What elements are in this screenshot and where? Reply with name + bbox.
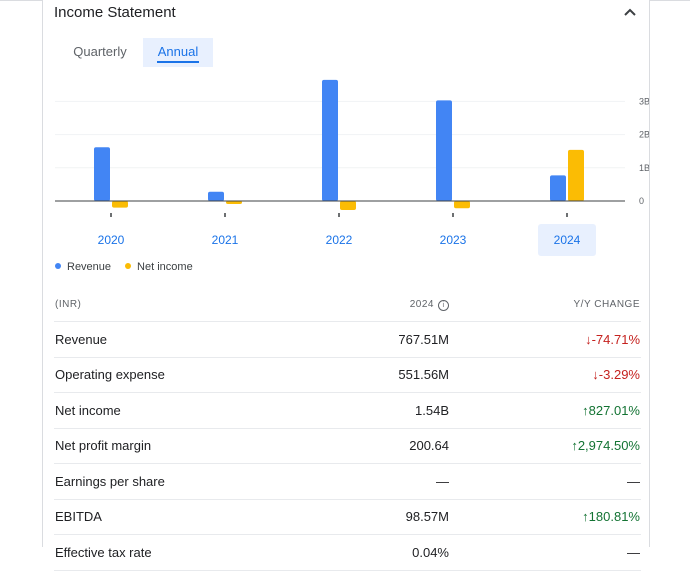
table-row: Net profit margin 200.64 ↑2,974.50% <box>54 428 641 464</box>
net-income-bar-2023 <box>454 201 470 209</box>
net-income-bar-2020 <box>112 201 128 208</box>
row-label: Net profit margin <box>54 428 356 464</box>
x-tick-label-2022[interactable]: 2022 <box>326 233 353 247</box>
table-row: Earnings per share — — <box>54 463 641 500</box>
row-label: Revenue <box>54 321 356 358</box>
tab-annual[interactable]: Annual <box>143 38 213 67</box>
row-value: 98.57M <box>356 499 450 535</box>
header-year: 2024 i <box>356 288 450 322</box>
row-label: Net income <box>54 392 356 429</box>
table-row: Revenue 767.51M ↓-74.71% <box>54 321 641 358</box>
row-change: ↓-74.71% <box>450 321 641 358</box>
net-income-bar-2022 <box>340 201 356 210</box>
tab-annual-label: Annual <box>157 44 199 59</box>
revenue-bar-2022 <box>322 79 338 201</box>
y-tick-label: 1B <box>639 163 649 173</box>
revenue-bar-2021 <box>208 191 224 201</box>
row-change: ↑2,974.50% <box>450 428 641 464</box>
info-icon[interactable]: i <box>438 299 449 311</box>
row-value: 767.51M <box>356 321 450 358</box>
revenue-dot-icon <box>55 263 61 269</box>
income-statement-card: Income Statement Quarterly Annual 3B 2B 1B… <box>42 0 650 571</box>
row-label: Earnings per share <box>54 463 356 500</box>
header-yoy-change: Y/Y CHANGE <box>450 288 641 322</box>
x-tick-label-2024[interactable]: 2024 <box>554 233 581 247</box>
table-row: Net income 1.54B ↑827.01% <box>54 392 641 429</box>
revenue-bar-2024 <box>550 175 566 201</box>
row-value: 1.54B <box>356 392 450 429</box>
row-value: 0.04% <box>356 534 450 571</box>
legend-item-net-income: Net income <box>125 261 193 273</box>
header-currency: (INR) <box>54 288 356 322</box>
table-row: EBITDA 98.57M ↑180.81% <box>54 499 641 535</box>
income-bar-chart: 3B 2B 1B 0 2020 2021 2022 2023 2024 <box>55 79 649 256</box>
chart-legend: Revenue Net income <box>55 261 193 273</box>
table-row: Effective tax rate 0.04% — <box>54 534 641 571</box>
tab-quarterly[interactable]: Quarterly <box>57 38 143 67</box>
net-income-dot-icon <box>125 263 132 269</box>
x-tick-label-2020[interactable]: 2020 <box>98 233 125 247</box>
row-value: 200.64 <box>356 428 450 464</box>
row-value: — <box>356 463 450 500</box>
table-header-row: (INR) 2024 i Y/Y CHANGE <box>54 288 641 322</box>
x-tick-label-2021[interactable]: 2021 <box>212 233 239 247</box>
row-label: Effective tax rate <box>54 534 356 571</box>
revenue-bar-2020 <box>94 147 110 201</box>
financials-table: (INR) 2024 i Y/Y CHANGE Revenue 767.51M ↓-7… <box>54 288 641 571</box>
row-change: ↓-3.29% <box>450 357 641 393</box>
y-tick-label: 2B <box>639 130 649 140</box>
row-change: — <box>450 463 641 500</box>
y-tick-label: 3B <box>639 96 649 106</box>
row-change: ↑180.81% <box>450 499 641 535</box>
revenue-bar-2023 <box>436 100 452 201</box>
row-label: EBITDA <box>54 499 356 535</box>
legend-item-revenue: Revenue <box>55 261 111 273</box>
row-change: ↑827.01% <box>450 392 641 429</box>
x-tick-label-2023[interactable]: 2023 <box>440 233 467 247</box>
row-label: Operating expense <box>54 357 356 393</box>
y-tick-label: 0 <box>639 196 644 206</box>
active-tab-underline <box>157 61 199 63</box>
chevron-up-icon[interactable] <box>621 4 639 22</box>
row-value: 551.56M <box>356 357 450 393</box>
period-tabs: Quarterly Annual <box>57 38 213 67</box>
net-income-bar-2024 <box>568 149 584 201</box>
row-change: — <box>450 534 641 571</box>
section-title: Income Statement <box>54 4 176 21</box>
table-row: Operating expense 551.56M ↓-3.29% <box>54 357 641 393</box>
